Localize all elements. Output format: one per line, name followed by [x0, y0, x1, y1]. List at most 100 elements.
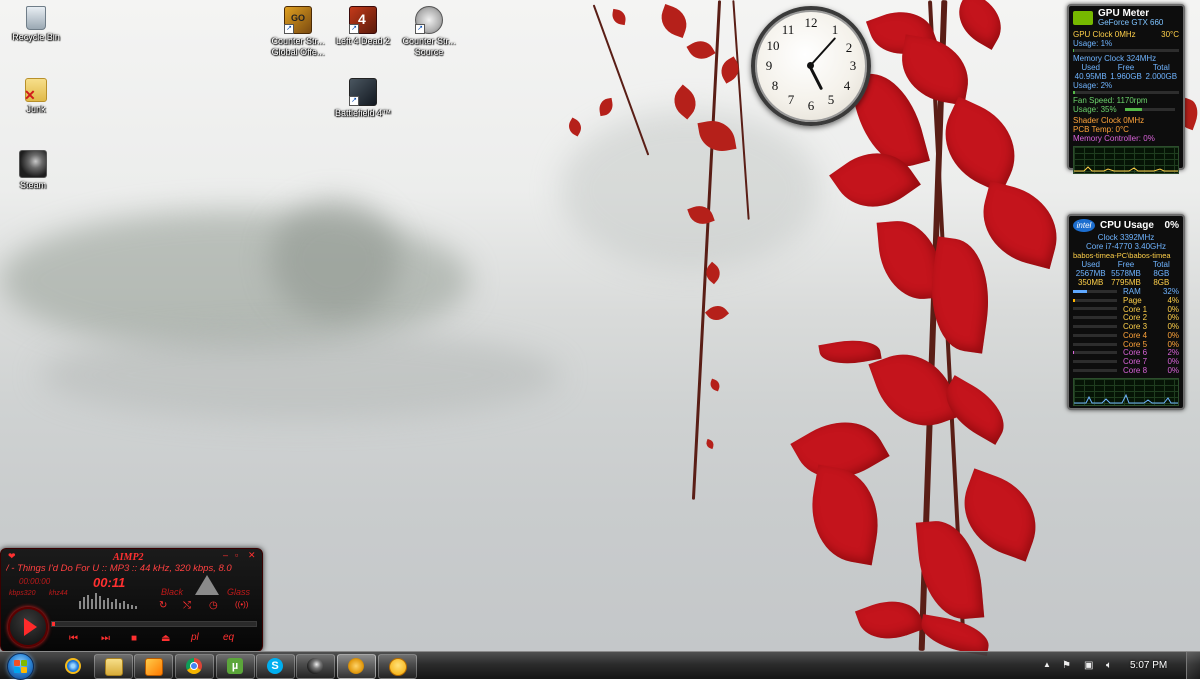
cpu-page-value: 350MB	[1077, 278, 1104, 287]
utorrent-icon: µ	[227, 658, 243, 674]
shuffle-icon[interactable]: ⤭	[183, 600, 191, 611]
aimp-player[interactable]: ❤ AIMP2 – ▫ ✕ / - Things I'd Do For U ::…	[0, 548, 263, 652]
desktop-icon-counter-strike-source[interactable]: ↗ Counter Str... Source	[393, 6, 465, 58]
clock-number: 11	[781, 22, 795, 37]
windows-logo-icon	[7, 653, 34, 680]
taskbar-chrome[interactable]	[175, 654, 214, 679]
aimp-skin-label-2: Glass	[227, 587, 251, 597]
taskbar-clock[interactable]: 5:07 PM	[1130, 660, 1167, 671]
windows-explorer-icon	[105, 658, 123, 676]
network-icon[interactable]: ▣	[1084, 660, 1093, 671]
taskbar-media-player[interactable]	[134, 654, 173, 679]
desktop-icon-csgo[interactable]: GO ↗ Counter Str... Global Offe...	[262, 6, 334, 58]
next-icon[interactable]: ⏭	[101, 633, 110, 644]
clock-gadget[interactable]: 12 1 2 3 4 5 6 7 8 9 10 11	[751, 6, 871, 126]
taskbar-steam[interactable]	[296, 654, 335, 679]
aimp-play-button[interactable]	[8, 607, 48, 647]
action-center-flag-icon[interactable]: ⚑	[1062, 660, 1071, 671]
cpu-ram-value: 2567MB	[1075, 269, 1106, 278]
cpu-mem-header: Total	[1152, 260, 1170, 269]
clock-number: 3	[849, 58, 857, 73]
cpu-ram-value: 8GB	[1153, 269, 1170, 278]
gpu-name: GeForce GTX 660	[1098, 18, 1164, 27]
gpu-mem-header: Used	[1081, 63, 1100, 72]
cpu-ram-value: 5578MB	[1111, 269, 1141, 278]
repeat-icon[interactable]: ↻	[159, 600, 167, 611]
internet-explorer-icon	[65, 658, 81, 674]
aimp-seek-bar[interactable]	[51, 621, 257, 627]
taskbar-utorrent[interactable]: µ	[216, 654, 255, 679]
misty-tree	[270, 200, 400, 320]
cpu-row-core: Core 8 0%	[1069, 366, 1183, 375]
gpu-usage-graph	[1073, 146, 1179, 174]
stop-icon[interactable]: ■	[131, 633, 137, 644]
desktop-icon-label: Junk	[26, 104, 46, 114]
gpu-pcb-temp: PCB Temp: 0°C	[1073, 125, 1129, 134]
cpu-page-value: 7795MB	[1111, 278, 1141, 287]
radio-icon[interactable]: ((•))	[235, 600, 248, 609]
taskbar: µ S ▲ ⚑ ▣ 🔈︎ 5:07 PM	[0, 651, 1200, 680]
cpu-usage-graph	[1073, 377, 1179, 406]
clock-number: 7	[787, 92, 795, 107]
gpu-memory-controller: Memory Controller: 0%	[1073, 134, 1155, 143]
start-button[interactable]	[5, 652, 39, 680]
cpu-mem-header: Free	[1117, 260, 1135, 269]
aimp-menu-icon[interactable]: ❤	[8, 551, 16, 562]
desktop-icon-label: Counter Str... Global Offe...	[271, 36, 325, 57]
gpu-mem-value: 1.960GB	[1110, 72, 1142, 81]
taskbar-windows-explorer[interactable]	[94, 654, 133, 679]
cpu-row-core: Core 2 0%	[1069, 313, 1183, 322]
gpu-mem-value: 2.000GB	[1145, 72, 1178, 81]
previous-icon[interactable]: ⏮	[69, 633, 78, 644]
nvidia-logo-icon	[1073, 11, 1093, 25]
aimp-minimize-icon[interactable]: –	[223, 550, 228, 560]
desktop-icon-left-4-dead-2[interactable]: 4 ↗ Left 4 Dead 2	[327, 6, 399, 47]
intel-logo-icon: intel	[1073, 219, 1095, 232]
timer-icon[interactable]: ◷	[209, 600, 218, 611]
taskbar-internet-explorer[interactable]	[53, 654, 92, 679]
gpu-mem-header: Free	[1117, 63, 1135, 72]
taskbar-skype[interactable]: S	[256, 654, 295, 679]
cpu-row-page: Page 4%	[1069, 296, 1183, 305]
desktop-icon-junk[interactable]: ✕ Junk	[0, 78, 72, 115]
cpu-row-ram: RAM 32%	[1069, 287, 1183, 296]
clock-number: 1	[831, 22, 839, 37]
gpu-memory-clock: Memory Clock 324MHz	[1073, 54, 1157, 63]
desktop-icon-label: Steam	[19, 180, 46, 190]
gpu-fan-usage: Usage: 35%	[1073, 105, 1117, 114]
desktop-icon-label: Recycle Bin	[12, 32, 60, 42]
cpu-row-core: Core 7 0%	[1069, 357, 1183, 366]
gpu-usage-bar	[1073, 49, 1179, 52]
css-icon: ↗	[415, 6, 443, 34]
cpu-meter-gadget[interactable]: intel CPU Usage 0% Clock 3392MHz Core i7…	[1067, 214, 1185, 410]
clock-number: 10	[766, 38, 780, 53]
taskbar-aimp[interactable]	[337, 654, 376, 679]
cpu-clock: Clock 3392MHz	[1097, 233, 1155, 242]
desktop-icon-battlefield-4[interactable]: ↗ Battlefield 4™	[327, 78, 399, 119]
chrome-icon	[186, 658, 202, 674]
aimp-close-icon[interactable]: ✕	[248, 550, 256, 561]
equalizer-button[interactable]: eq	[223, 632, 234, 643]
show-desktop-button[interactable]	[1186, 652, 1200, 679]
gpu-fan-speed: Fan Speed: 1170rpm	[1073, 96, 1148, 105]
desktop-icon-steam[interactable]: Steam	[0, 150, 69, 191]
desktop-icon-label: Battlefield 4™	[334, 108, 392, 118]
gpu-meter-gadget[interactable]: GPU Meter GeForce GTX 660 GPU Clock 0MHz…	[1067, 4, 1185, 174]
gpu-temp: 30°C	[1161, 30, 1179, 39]
clock-hour-hand	[808, 65, 824, 91]
volume-icon[interactable]: 🔈︎	[1106, 660, 1112, 671]
gpu-memory-bar	[1073, 91, 1179, 94]
steam-icon	[19, 150, 47, 178]
taskbar-messenger[interactable]	[378, 654, 417, 679]
show-hidden-icons-icon[interactable]: ▲	[1043, 660, 1051, 669]
misty-trees	[0, 210, 470, 350]
cpu-mem-header: Used	[1081, 260, 1100, 269]
aimp-kbps: kbps320	[9, 590, 36, 597]
cpu-model: Core i7-4770 3.40GHz	[1085, 242, 1167, 251]
aimp-restore-icon[interactable]: ▫	[235, 550, 238, 560]
eject-icon[interactable]: ⏏	[161, 633, 170, 644]
clock-number: 12	[804, 15, 818, 30]
cpu-page-value: 8GB	[1153, 278, 1170, 287]
desktop-icon-recycle-bin[interactable]: Recycle Bin	[0, 6, 72, 43]
playlist-button[interactable]: pl	[191, 632, 199, 643]
